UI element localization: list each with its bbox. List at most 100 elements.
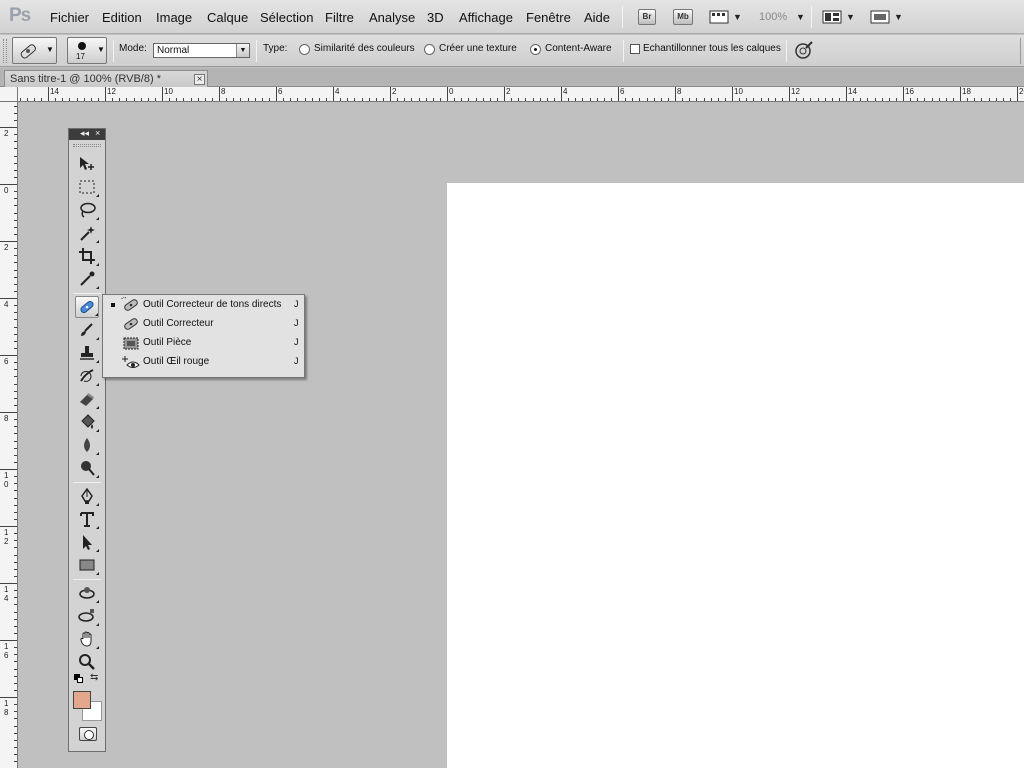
ruler-minor-tick xyxy=(62,98,63,101)
tools-panel-grip[interactable] xyxy=(73,144,101,147)
photoshop-logo: Ps xyxy=(9,5,31,26)
dodge-tool[interactable] xyxy=(75,457,99,479)
menu-fichier[interactable]: Fichier xyxy=(50,10,89,25)
zoom-level[interactable]: 100% xyxy=(759,11,787,23)
mode-select[interactable]: Normal ▼ xyxy=(153,43,250,58)
document-canvas[interactable] xyxy=(447,183,1024,768)
flyout-item-red-eye[interactable]: Outil Œil rouge J xyxy=(103,353,304,372)
tool-preset-picker[interactable]: ▼ xyxy=(12,37,57,64)
eyedropper-tool[interactable] xyxy=(75,268,99,290)
ruler-minor-tick xyxy=(14,220,17,221)
arrange-documents-button[interactable] xyxy=(822,9,842,25)
ruler-origin[interactable] xyxy=(0,87,18,102)
menu-aide[interactable]: Aide xyxy=(584,10,610,25)
clone-stamp-tool[interactable] xyxy=(75,342,99,364)
brush-tool[interactable] xyxy=(75,319,99,341)
document-tab-close-icon[interactable]: × xyxy=(194,74,205,85)
ruler-minor-tick xyxy=(14,362,17,363)
3d-orbit-icon xyxy=(78,609,94,622)
pen-tool[interactable] xyxy=(75,485,99,507)
ruler-minor-tick xyxy=(924,98,925,101)
radio-content-aware[interactable] xyxy=(530,44,541,55)
hand-icon xyxy=(80,631,92,647)
blur-tool[interactable] xyxy=(75,434,99,456)
zoom-tool[interactable] xyxy=(75,651,99,673)
pressure-size-button[interactable] xyxy=(794,40,814,60)
ruler-vertical[interactable]: 2 0 2 4 6 8 1 0 1 2 1 4 1 6 1 8 xyxy=(0,102,18,768)
3d-rotate-tool[interactable] xyxy=(75,582,99,604)
menu-selection[interactable]: Sélection xyxy=(260,10,313,25)
menu-edition[interactable]: Edition xyxy=(102,10,142,25)
ruler-minor-tick xyxy=(14,419,17,420)
menu-affichage[interactable]: Affichage xyxy=(459,10,513,25)
menu-image[interactable]: Image xyxy=(156,10,192,25)
menu-calque[interactable]: Calque xyxy=(207,10,248,25)
paint-bucket-tool[interactable] xyxy=(75,411,99,433)
ruler-minor-tick xyxy=(14,134,17,135)
ruler-minor-tick xyxy=(989,98,990,101)
tools-panel-header[interactable]: ◂◂ × xyxy=(69,128,105,140)
document-tab[interactable]: Sans titre-1 @ 100% (RVB/8) * × xyxy=(4,70,208,87)
ruler-minor-tick xyxy=(312,98,313,101)
radio-similarite[interactable] xyxy=(299,44,310,55)
quick-selection-tool[interactable] xyxy=(75,222,99,244)
move-tool[interactable] xyxy=(75,153,99,175)
sample-all-layers-checkbox[interactable] xyxy=(630,44,640,54)
ruler-label: 16 xyxy=(905,87,914,96)
type-tool[interactable] xyxy=(75,508,99,530)
hand-tool[interactable] xyxy=(75,628,99,650)
ruler-label: 2 xyxy=(4,243,9,252)
view-extras-button[interactable] xyxy=(709,9,729,25)
ruler-minor-tick xyxy=(14,148,17,149)
ruler-minor-tick xyxy=(782,98,783,101)
menu-analyse[interactable]: Analyse xyxy=(369,10,415,25)
bridge-button[interactable]: Br xyxy=(638,9,656,25)
view-extras-caret-icon[interactable]: ▼ xyxy=(733,12,742,22)
quick-mask-button[interactable] xyxy=(79,727,97,741)
tools-separator xyxy=(73,293,101,294)
swap-colors-icon[interactable]: ⇆ xyxy=(90,672,102,684)
history-brush-tool[interactable] xyxy=(75,365,99,387)
menu-filtre[interactable]: Filtre xyxy=(325,10,354,25)
ruler-minor-tick xyxy=(14,205,17,206)
close-panel-icon[interactable]: × xyxy=(95,128,100,138)
path-selection-tool[interactable] xyxy=(75,531,99,553)
foreground-color-swatch[interactable] xyxy=(73,691,91,709)
lasso-tool[interactable] xyxy=(75,199,99,221)
radio-texture-label[interactable]: Créer une texture xyxy=(439,43,517,54)
options-bar-grip[interactable] xyxy=(3,39,7,63)
options-separator xyxy=(786,40,787,62)
3d-orbit-tool[interactable] xyxy=(75,605,99,627)
flyout-item-healing[interactable]: Outil Correcteur J xyxy=(103,315,304,334)
ruler-label: 14 xyxy=(848,87,857,96)
radio-texture[interactable] xyxy=(424,44,435,55)
screen-mode-caret-icon[interactable]: ▼ xyxy=(894,12,903,22)
zoom-caret-icon[interactable]: ▼ xyxy=(796,12,805,22)
radio-similarite-label[interactable]: Similarité des couleurs xyxy=(314,43,415,54)
rectangle-tool[interactable] xyxy=(75,554,99,576)
ruler-minor-tick xyxy=(14,156,17,157)
brush-picker[interactable]: 17 ▼ xyxy=(67,37,107,64)
ruler-minor-tick xyxy=(818,98,819,101)
menu-3d[interactable]: 3D xyxy=(427,10,444,25)
radio-content-aware-label[interactable]: Content-Aware xyxy=(545,43,612,54)
marquee-tool[interactable] xyxy=(75,176,99,198)
ruler-minor-tick xyxy=(639,98,640,101)
ruler-minor-tick xyxy=(14,683,17,684)
flyout-item-spot-healing[interactable]: Outil Correcteur de tons directs J xyxy=(103,296,304,315)
spot-healing-tool[interactable] xyxy=(75,296,99,318)
mini-bridge-button[interactable]: Mb xyxy=(673,9,693,25)
tool-group-corner xyxy=(96,240,99,243)
arrange-caret-icon[interactable]: ▼ xyxy=(846,12,855,22)
flyout-item-patch[interactable]: Outil Pièce J xyxy=(103,334,304,353)
tool-group-corner xyxy=(95,313,98,316)
crop-tool[interactable] xyxy=(75,245,99,267)
ruler-minor-tick xyxy=(647,98,648,101)
eraser-tool[interactable] xyxy=(75,388,99,410)
screen-mode-button[interactable] xyxy=(870,9,890,25)
menu-fenetre[interactable]: Fenêtre xyxy=(526,10,571,25)
collapse-panel-icon[interactable]: ◂◂ xyxy=(80,128,89,139)
sample-all-layers-label[interactable]: Echantillonner tous les calques xyxy=(643,43,781,54)
ruler-horizontal[interactable]: 141210864202468101214161820 xyxy=(0,87,1024,102)
default-colors-icon[interactable] xyxy=(74,674,83,683)
